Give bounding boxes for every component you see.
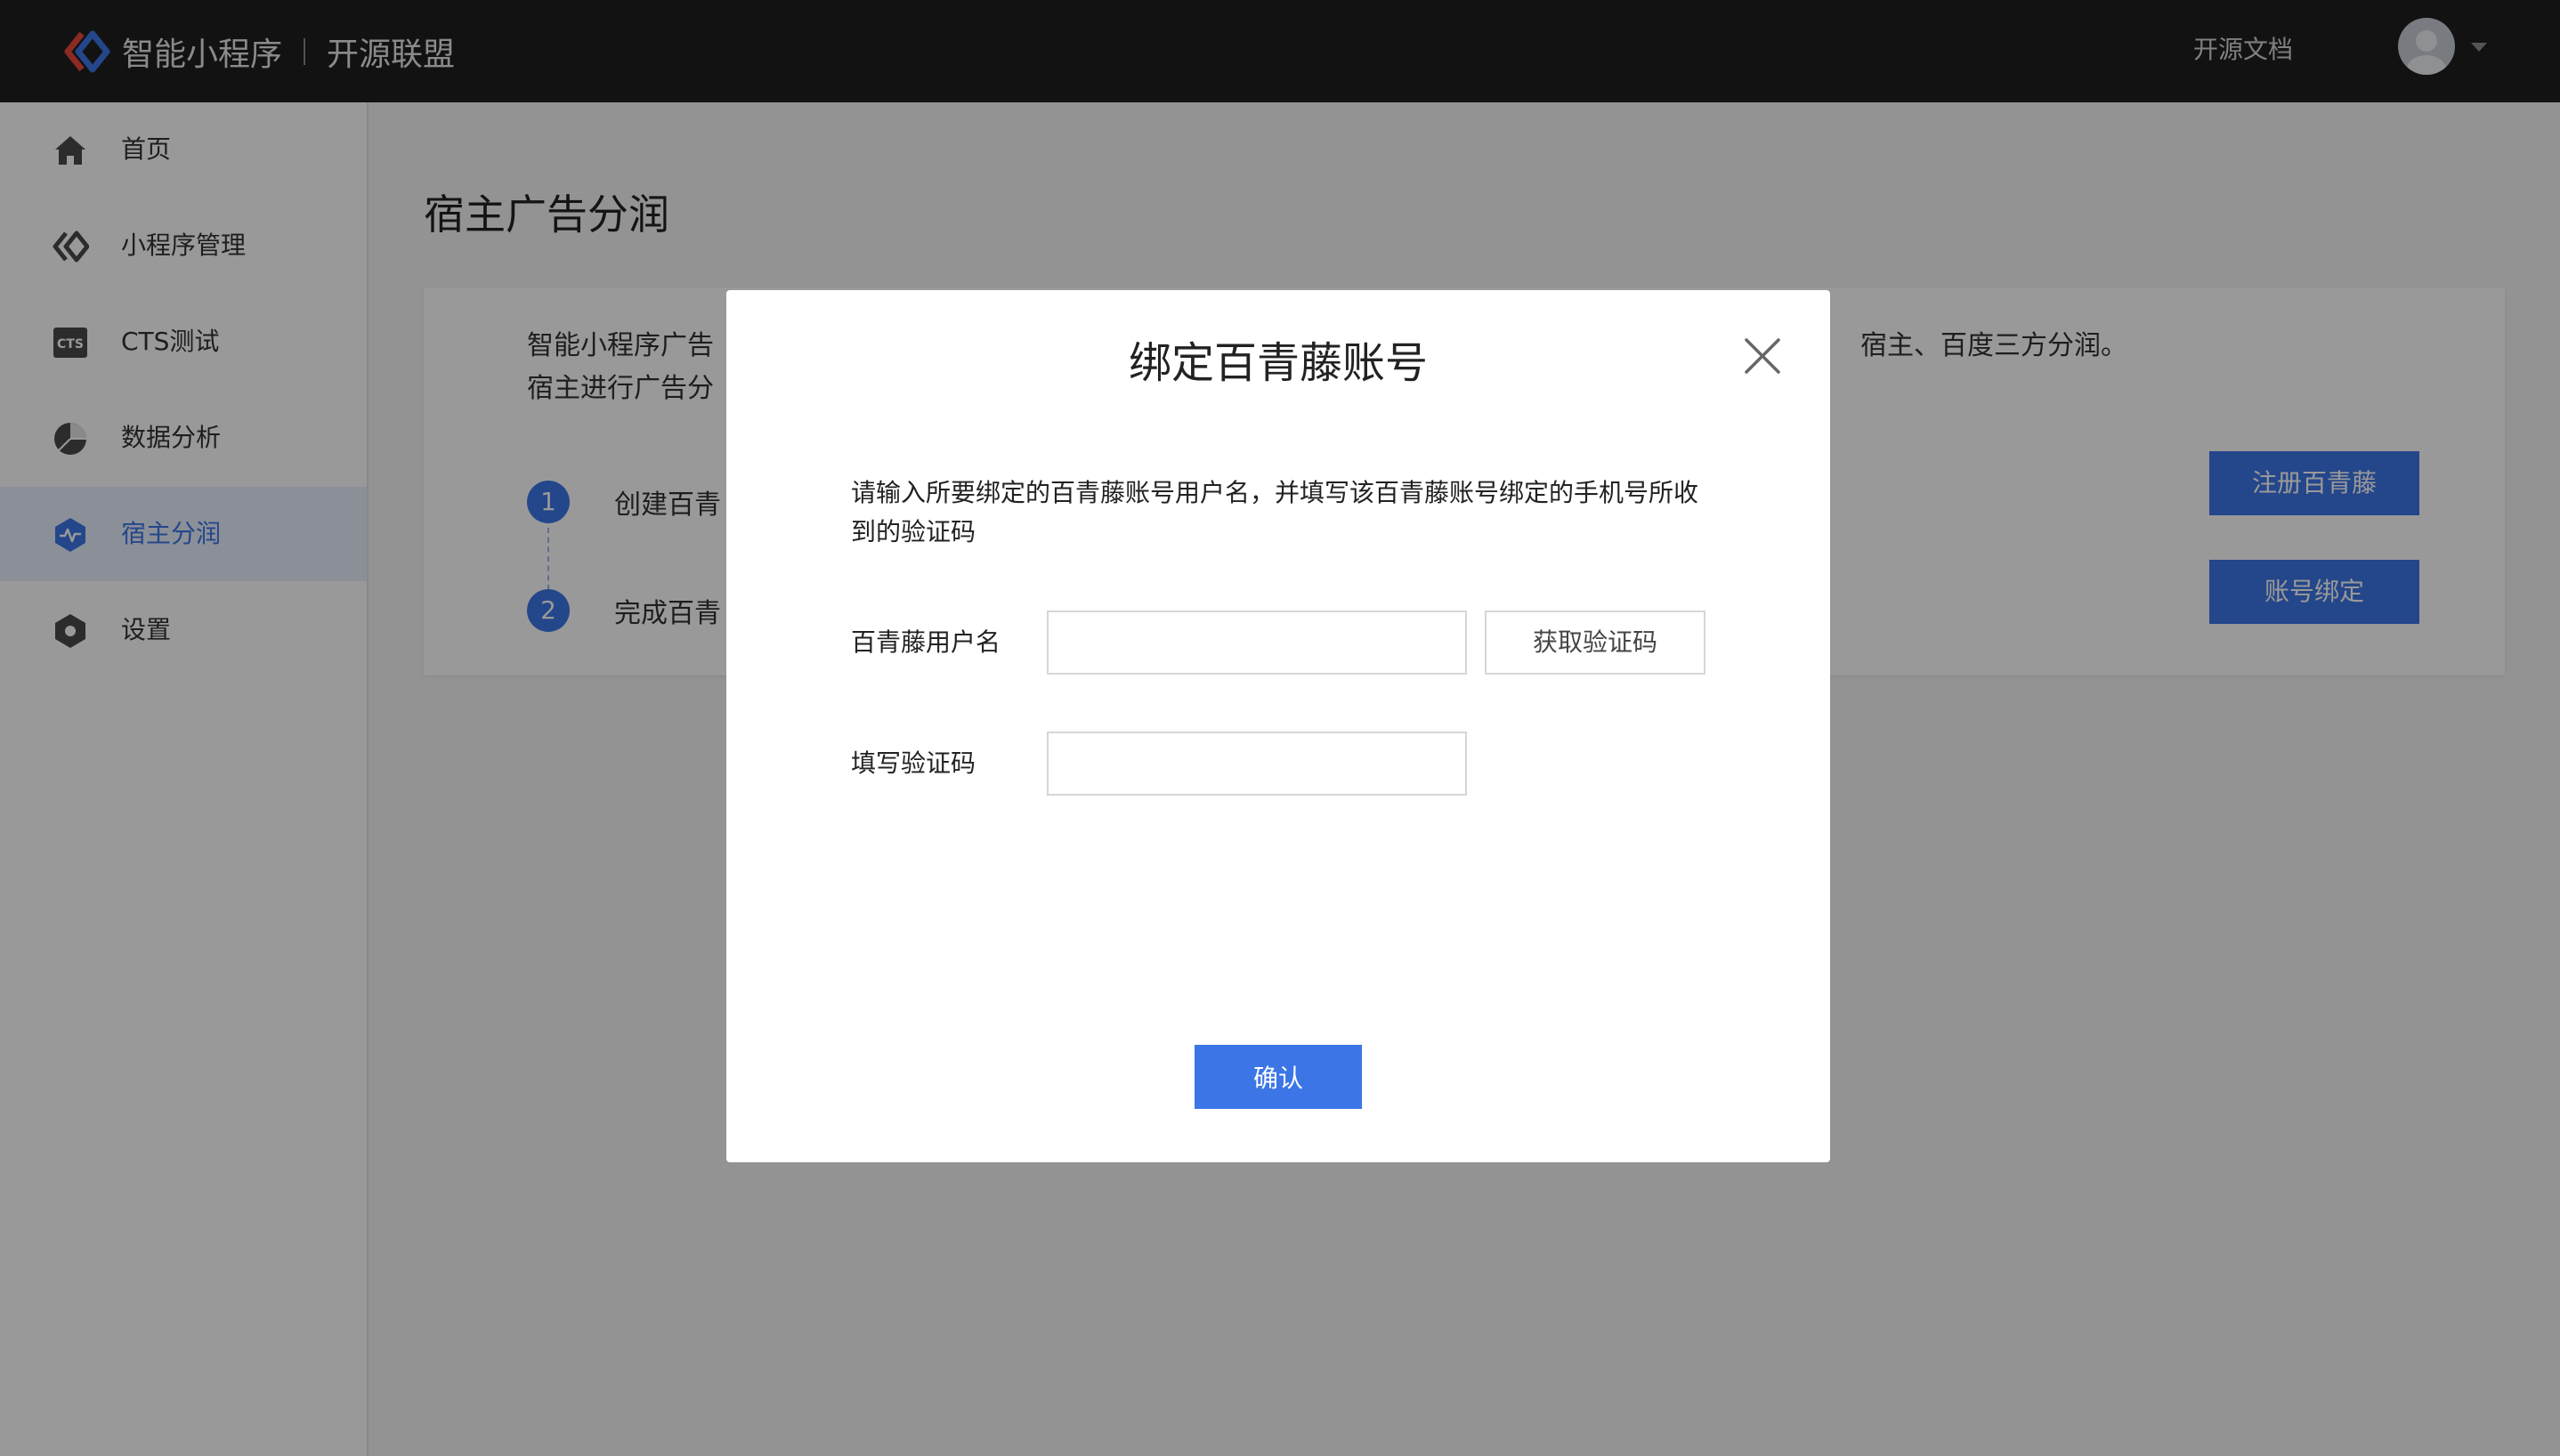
- confirm-button[interactable]: 确认: [1195, 1045, 1362, 1109]
- verification-code-label: 填写验证码: [851, 748, 976, 778]
- dialog-description: 请输入所要绑定的百青藤账号用户名，并填写该百青藤账号绑定的手机号所收到的验证码: [851, 478, 1699, 546]
- username-input[interactable]: [1047, 611, 1467, 675]
- dialog-title: 绑定百青藤账号: [1128, 338, 1428, 388]
- close-icon[interactable]: [1741, 335, 1784, 377]
- verification-code-input[interactable]: [1047, 732, 1467, 796]
- get-verification-code-button[interactable]: 获取验证码: [1485, 611, 1705, 675]
- username-label: 百青藤用户名: [851, 627, 1001, 657]
- bind-account-dialog: 绑定百青藤账号 请输入所要绑定的百青藤账号用户名，并填写该百青藤账号绑定的手机号…: [726, 290, 1830, 1162]
